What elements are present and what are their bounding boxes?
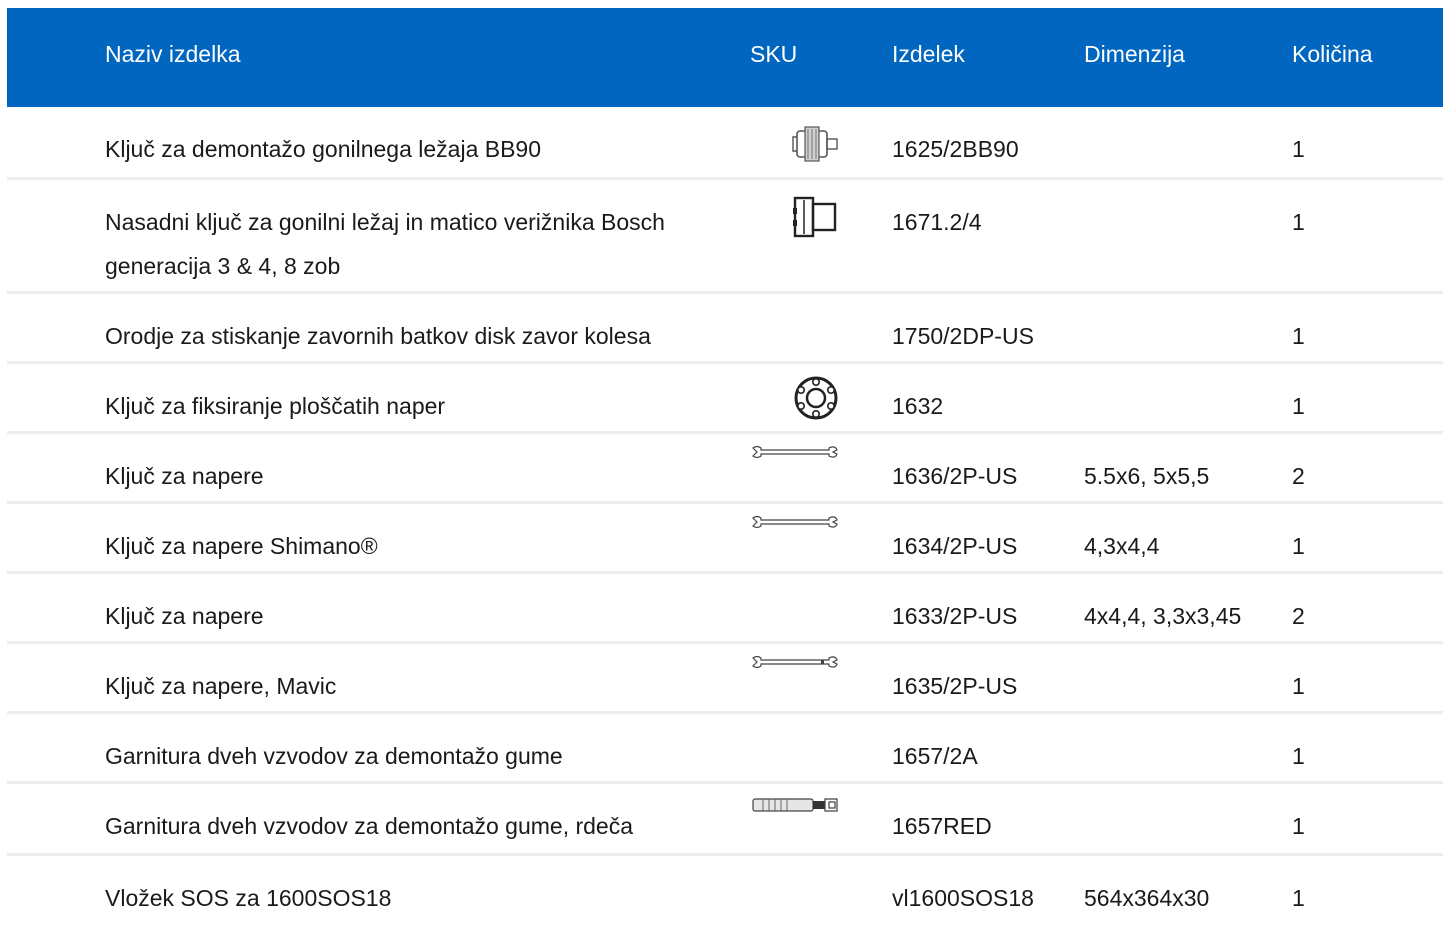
tire-lever-icon [749,796,839,816]
socket-wrench-icon [749,196,839,240]
table-row[interactable]: Ključ za napere 1633/2P-US 4x4,4, 3,3x3,… [7,574,1443,644]
product-code: 1632 [892,393,944,419]
product-code: 1633/2P-US [892,603,1018,629]
product-name: Ključ za napere, Mavic [105,673,337,699]
column-header-sku[interactable]: SKU [750,8,797,100]
product-quantity: 1 [1292,885,1305,911]
table-row[interactable]: Nasadni ključ za gonilni ležaj in matico… [7,180,1443,294]
table-row[interactable]: Ključ za napere, Mavic 1635/2P-US 1 [7,644,1443,714]
product-table: Naziv izdelka SKU Izdelek Dimenzija Koli… [7,8,1443,926]
product-quantity: 1 [1292,533,1305,559]
product-quantity: 1 [1292,673,1305,699]
product-quantity: 2 [1292,603,1305,629]
product-code: 1636/2P-US [892,463,1018,489]
table-header: Naziv izdelka SKU Izdelek Dimenzija Koli… [7,8,1443,107]
table-row[interactable]: Garnitura dveh vzvodov za demontažo gume… [7,714,1443,784]
product-quantity: 1 [1292,743,1305,769]
product-name: Garnitura dveh vzvodov za demontažo gume… [105,813,634,839]
product-name: Ključ za napere Shimano® [105,533,378,559]
product-dimension: 564x364x30 [1084,885,1210,911]
table-row[interactable]: Garnitura dveh vzvodov za demontažo gume… [7,784,1443,856]
table-row[interactable]: Ključ za napere 1636/2P-US 5.5x6, 5x5,5 … [7,434,1443,504]
table-row[interactable]: Orodje za stiskanje zavornih batkov disk… [7,294,1443,364]
product-name: Ključ za fiksiranje ploščatih naper [105,393,446,419]
product-name: Orodje za stiskanje zavornih batkov disk… [105,323,651,349]
product-name: Ključ za demontažo gonilnega ležaja BB90 [105,136,542,162]
table-row[interactable]: Ključ za fiksiranje ploščatih naper 1632… [7,364,1443,434]
bb90-bearing-tool-icon [749,123,839,165]
product-code: vl1600SOS18 [892,885,1034,911]
spoke-wrench-icon [749,444,839,464]
spoke-wrench-icon [749,514,839,534]
product-dimension: 4,3x4,4 [1084,533,1160,559]
table-row[interactable]: Ključ za demontažo gonilnega ležaja BB90… [7,107,1443,180]
product-dimension: 5.5x6, 5x5,5 [1084,463,1210,489]
table-row[interactable]: Ključ za napere Shimano® 1634/2P-US 4,3x… [7,504,1443,574]
product-quantity: 1 [1292,136,1305,162]
product-code: 1657/2A [892,743,978,769]
column-header-dimension[interactable]: Dimenzija [1084,8,1185,100]
product-code: 1625/2BB90 [892,136,1019,162]
ring-spanner-icon [749,376,839,420]
product-name: Garnitura dveh vzvodov za demontažo gume [105,743,563,769]
spoke-wrench-icon [749,654,839,674]
product-quantity: 1 [1292,323,1305,349]
column-header-name[interactable]: Naziv izdelka [105,8,725,100]
product-name: Ključ za napere [105,603,264,629]
product-code: 1671.2/4 [892,209,982,235]
product-quantity: 1 [1292,813,1305,839]
column-header-product[interactable]: Izdelek [892,8,965,100]
column-header-quantity[interactable]: Količina [1292,8,1373,100]
table-row[interactable]: Vložek SOS za 1600SOS18 vl1600SOS18 564x… [7,856,1443,926]
product-quantity: 1 [1292,393,1305,419]
product-name: Vložek SOS za 1600SOS18 [105,885,392,911]
product-quantity: 1 [1292,209,1305,235]
product-code: 1634/2P-US [892,533,1018,559]
product-name: Ključ za napere [105,463,264,489]
product-code: 1657RED [892,813,992,839]
product-code: 1635/2P-US [892,673,1018,699]
product-name: Nasadni ključ za gonilni ležaj in matico… [105,209,665,279]
product-dimension: 4x4,4, 3,3x3,45 [1084,603,1242,629]
product-quantity: 2 [1292,463,1305,489]
product-code: 1750/2DP-US [892,323,1034,349]
